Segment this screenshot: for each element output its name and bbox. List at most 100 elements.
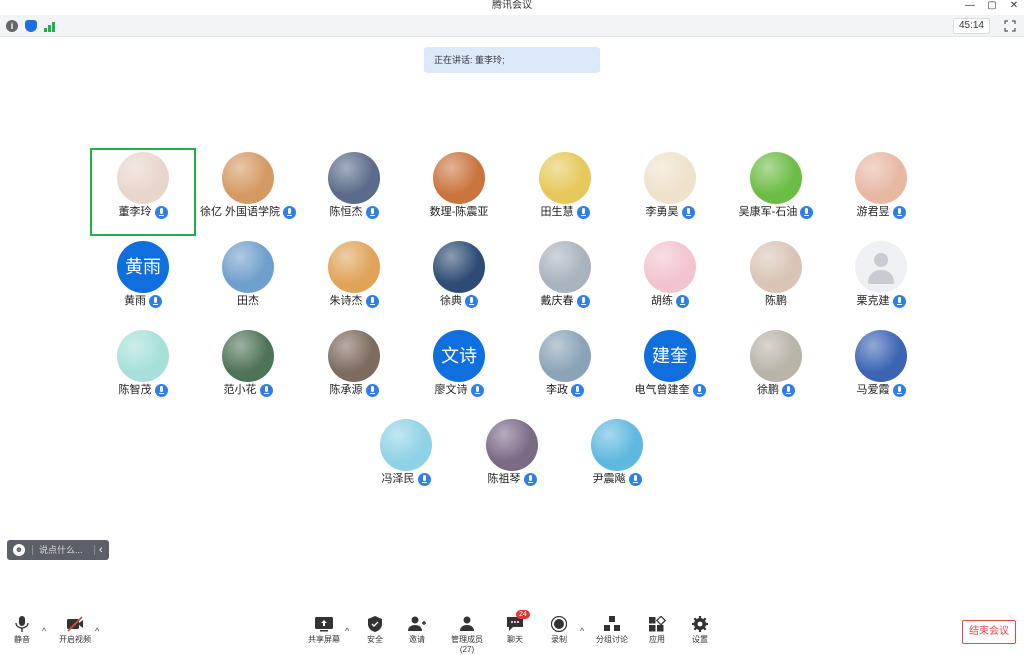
participant-name: 徐亿 外国语学院 [199,206,281,218]
participant-grid: 董李玲 徐亿 外国语学院 陈恒杰 数理-陈震亚 田生慧李勇昊 吴康军-石油 游君昱黄雨 黄雨田… [0,0,1024,648]
gear-icon [692,616,708,632]
apps-button[interactable]: 应用 [646,616,668,645]
end-meeting-button[interactable]: 结束会议 [962,620,1016,644]
share-screen-label: 共享屏幕 [308,635,340,644]
participant-tile[interactable]: 冯泽民 [353,415,459,503]
participant-tile[interactable]: 马爱霞 [828,326,934,414]
mic-status-icon [576,205,590,219]
collapse-chevron-icon[interactable]: ‹ [99,540,103,560]
security-label: 安全 [367,635,383,644]
settings-label: 设置 [692,635,708,644]
participant-tile[interactable]: 陈承源 [301,326,407,414]
chat-placeholder[interactable]: 说点什么... [39,540,83,560]
participant-tile[interactable]: 徐鹏 [723,326,829,414]
participant-tile[interactable]: 范小花 [195,326,301,414]
participant-tile[interactable]: 胡练 [617,237,723,325]
chat-button[interactable]: 24 聊天 [504,610,530,645]
share-screen-button[interactable]: 共享屏幕 [307,616,341,645]
participant-tile[interactable]: 戴庆春 [512,237,618,325]
avatar [380,419,432,471]
participant-tile[interactable]: 徐典 [406,237,512,325]
participant-tile[interactable]: 田杰 [195,237,301,325]
mic-status-icon [676,294,689,308]
mic-status-icon [154,205,168,219]
avatar [539,241,591,293]
avatar [750,241,802,293]
participant-tile[interactable]: 黄雨 黄雨 [90,237,196,325]
participant-tile[interactable]: 朱诗杰 [301,237,407,325]
apps-icon [649,616,666,632]
mic-status-icon [782,383,795,397]
settings-button[interactable]: 设置 [689,616,711,645]
mic-status-icon [154,383,168,397]
invite-button[interactable]: 邀请 [406,616,428,645]
avatar [328,152,380,204]
participant-tile[interactable]: 吴康军-石油 [723,148,829,236]
breakout-label: 分组讨论 [596,635,628,644]
video-options-caret[interactable]: ^ [95,626,99,636]
participant-tile[interactable]: 建奎电气曾建奎 [617,326,723,414]
participant-name: 冯泽民 [381,473,415,485]
mic-status-icon [576,294,590,308]
share-screen-icon [315,617,333,632]
avatar [644,241,696,293]
mic-status-icon [465,294,478,308]
meeting-toolbar: 静音 ^ 开启视频 ^ 共享屏幕 ^ 安全 邀请 管理成员(27) 24 聊天 … [0,608,1024,654]
mic-status-icon [365,294,379,308]
breakout-rooms-button[interactable]: 分组讨论 [596,616,628,645]
avatar [222,241,274,293]
mic-status-icon [470,383,484,397]
manage-members-button[interactable]: 管理成员(27) [444,616,490,655]
participant-tile[interactable]: 陈祖琴 [459,415,565,503]
avatar [328,241,380,293]
participant-tile[interactable]: 董李玲 [90,148,196,236]
avatar [222,330,274,382]
audio-options-caret[interactable]: ^ [42,626,46,636]
members-icon [460,616,474,631]
mic-status-icon [365,383,379,397]
participant-name: 陈承源 [329,384,363,396]
avatar [117,330,169,382]
avatar [117,152,169,204]
video-off-icon [67,616,83,632]
participant-tile[interactable]: 文诗 廖文诗 [406,326,512,414]
participant-name: 徐鹏 [757,384,779,396]
participant-name: 尹震飚 [592,473,626,485]
participant-name: 陈恒杰 [329,206,363,218]
participant-tile[interactable]: 田生慧 [512,148,618,236]
participant-tile[interactable]: 数理-陈震亚 [406,148,512,236]
security-button[interactable]: 安全 [364,616,386,645]
participant-name: 电气曾建奎 [634,384,690,396]
start-video-button[interactable]: 开启视频 [58,616,92,645]
participant-tile[interactable]: 陈智茂 [90,326,196,414]
chat-unread-badge: 24 [516,610,530,619]
participant-name: 陈智茂 [118,384,152,396]
participant-name: 李勇昊 [645,206,679,218]
avatar [644,152,696,204]
avatar [328,330,380,382]
participant-tile[interactable]: 徐亿 外国语学院 [195,148,301,236]
avatar: 建奎 [644,330,696,382]
record-button[interactable]: 录制 [548,616,570,645]
participant-tile[interactable]: 尹震飚 [564,415,670,503]
record-options-caret[interactable]: ^ [580,626,584,636]
participant-name: 胡练 [651,295,673,307]
mute-button[interactable]: 静音 [12,616,32,645]
participant-tile[interactable]: 陈鹏 [723,237,829,325]
participant-name: 马爱霞 [856,384,890,396]
mic-status-icon [892,383,906,397]
participant-tile[interactable]: 游君昱 [828,148,934,236]
participant-tile[interactable]: 陈恒杰 [301,148,407,236]
participant-name: 朱诗杰 [329,295,363,307]
chat-quick-input[interactable]: ☻ 说点什么... ‹ [7,540,109,560]
emoji-icon[interactable]: ☻ [13,544,25,556]
share-options-caret[interactable]: ^ [345,626,349,636]
participant-tile[interactable]: 栗克建 [828,237,934,325]
manage-members-label: 管理成员(27) [451,635,483,654]
participant-name: 陈祖琴 [487,473,521,485]
participant-tile[interactable]: 李政 [512,326,618,414]
participant-name: 栗克建 [856,295,890,307]
avatar [486,419,538,471]
record-label: 录制 [551,635,567,644]
participant-tile[interactable]: 李勇昊 [617,148,723,236]
